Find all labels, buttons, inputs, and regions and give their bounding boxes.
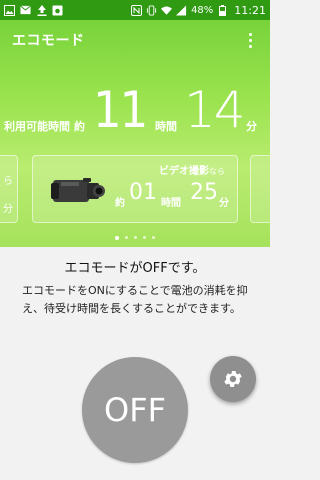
video-camera-icon <box>51 178 105 202</box>
page-dot <box>152 236 155 239</box>
card-title: ビデオ撮影なら <box>159 166 225 177</box>
battery-percent: 48% <box>191 4 214 16</box>
available-hours: 11 <box>93 81 148 139</box>
eco-mode-status: エコモードがOFFです。 <box>64 261 206 276</box>
camera-icon <box>52 5 63 16</box>
card-partial-unit: 分 <box>3 204 13 215</box>
app-title: エコモード <box>12 33 85 49</box>
card-hours: 01 <box>129 180 157 205</box>
page-dot <box>134 236 137 239</box>
page-dot <box>125 236 128 239</box>
card-about: 約 <box>115 198 125 209</box>
available-hours-unit: 時間 <box>155 120 177 133</box>
usage-card-previous[interactable]: ら 分 <box>0 155 18 223</box>
page-dot <box>115 235 119 240</box>
battery-icon <box>217 4 228 16</box>
card-minutes-unit: 分 <box>219 198 229 209</box>
page-indicator <box>0 235 270 240</box>
page-dot <box>143 236 146 239</box>
card-hours-unit: 時間 <box>161 198 181 209</box>
image-icon <box>4 4 15 16</box>
available-minutes: 14 <box>184 81 246 139</box>
eco-mode-description: エコモードをONにすることで電池の消耗を抑え、待受け時間を長くすることができます… <box>22 284 248 315</box>
signal-4g-icon <box>176 4 187 16</box>
system-icons: 48% 11:21 <box>131 4 266 17</box>
clock: 11:21 <box>234 3 266 17</box>
settings-button[interactable] <box>210 356 256 402</box>
wifi-icon <box>161 5 173 16</box>
gear-icon <box>224 371 242 387</box>
app-bar: エコモード <box>0 20 270 60</box>
available-time: 利用可能時間 約 11 時間 14 分 <box>0 81 270 142</box>
available-time-label: 利用可能時間 <box>4 120 70 133</box>
nfc-icon <box>131 4 143 16</box>
mail-icon <box>20 5 31 16</box>
eco-mode-toggle-button[interactable]: OFF <box>82 357 188 463</box>
vibrate-icon <box>146 4 157 16</box>
battery-info-panel: エコモード 利用可能時間 約 11 時間 14 分 ら 分 ビデオ撮影なら 約 … <box>0 20 270 247</box>
status-bar: 48% 11:21 <box>0 0 270 20</box>
notification-icons <box>4 4 63 16</box>
usage-card-video[interactable]: ビデオ撮影なら 約 01 時間 25 分 <box>32 155 238 223</box>
available-minutes-unit: 分 <box>246 120 257 133</box>
card-partial-text: ら <box>3 176 13 187</box>
overflow-menu-icon[interactable] <box>242 30 258 50</box>
usage-card-next[interactable] <box>250 155 270 223</box>
upload-icon <box>36 4 47 16</box>
card-minutes: 25 <box>190 180 218 205</box>
available-time-about: 約 <box>74 120 85 133</box>
